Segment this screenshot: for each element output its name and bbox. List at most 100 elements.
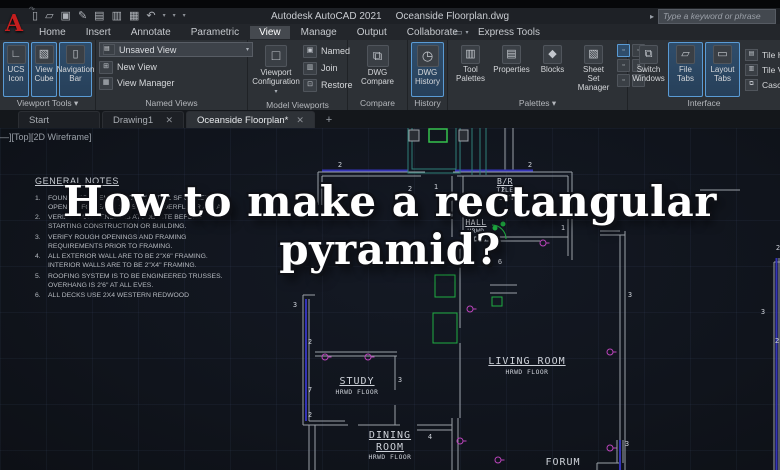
- tool-palettes-button[interactable]: ▥ Tool Palettes: [451, 42, 490, 97]
- redo-dropdown-icon[interactable]: ▾: [173, 9, 176, 23]
- search-arrow-icon[interactable]: ▸: [650, 12, 654, 21]
- layout-tabs-button[interactable]: ▭ Layout Tabs: [705, 42, 740, 97]
- ribbon-tab-label: Annotate: [130, 26, 171, 38]
- dwg-compare-label: DWG Compare: [361, 68, 394, 86]
- tile-vertically-button[interactable]: ▥ Tile Vertically: [745, 63, 780, 76]
- save-icon[interactable]: ▣: [61, 9, 71, 23]
- plot-icon[interactable]: ▤: [94, 9, 104, 23]
- dwg-compare-button[interactable]: ⧉ DWG Compare: [355, 42, 401, 97]
- file-tab[interactable]: Drawing1 ✕: [102, 111, 184, 128]
- panel-label[interactable]: Compare: [348, 97, 407, 110]
- open-icon[interactable]: ▱: [45, 9, 53, 23]
- close-icon[interactable]: ✕: [296, 115, 304, 126]
- interface-label: File Tabs: [677, 65, 694, 83]
- cascade-button[interactable]: ⧉ Cascade: [745, 78, 780, 91]
- arrange-label: Cascade: [762, 79, 780, 90]
- new-view-button[interactable]: ⊞ New View: [99, 60, 244, 74]
- dimension-number: 4: [427, 433, 433, 441]
- ribbon-tab[interactable]: Express Tools: [469, 26, 549, 39]
- note-text: ALL DECKS USE 2X4 WESTERN REDWOOD: [48, 292, 190, 300]
- ribbon-display-toggle[interactable]: ▭ ▾: [454, 27, 469, 38]
- tile-horizontally-button[interactable]: ▤ Tile Horizontally: [745, 48, 780, 61]
- tool-label: UCS Icon: [7, 65, 25, 83]
- view-manager-button[interactable]: ▦ View Manager: [99, 76, 244, 90]
- file-tab[interactable]: Oceanside Floorplan* ✕: [186, 111, 315, 128]
- panel-label[interactable]: Model Viewports: [248, 99, 347, 110]
- export-icon[interactable]: ▥: [112, 9, 122, 23]
- room-floor-type: HRWD FLOOR: [368, 454, 412, 461]
- dimension-number: 3: [760, 308, 766, 316]
- dimension-number: 2: [337, 161, 343, 169]
- sheet-set-manager-button[interactable]: ▧ Sheet Set Manager: [574, 42, 613, 97]
- new-drawing-tab-button[interactable]: +: [321, 114, 337, 128]
- redo-icon[interactable]: ↷: [29, 2, 36, 16]
- arrange-icon: ▤: [745, 48, 758, 61]
- ribbon-tab[interactable]: Insert: [77, 26, 120, 39]
- item-icon: ⊞: [99, 60, 113, 74]
- save-as-icon[interactable]: ✎: [78, 9, 87, 23]
- ribbon-tab[interactable]: Output: [348, 26, 396, 39]
- room-name: DINING ROOM: [368, 430, 412, 453]
- room-name: FORUM: [545, 457, 581, 468]
- file-tab[interactable]: Start: [18, 111, 100, 128]
- ribbon-tab-label: Parametric: [190, 26, 240, 38]
- arrange-label: Tile Vertically: [762, 64, 780, 75]
- panel-label[interactable]: Viewport Tools ▾: [0, 97, 95, 110]
- dimension-number: 3: [624, 440, 630, 448]
- panel-palettes: ▥ Tool Palettes ▤ Properties ◆ Blocks ▧ …: [448, 40, 645, 110]
- navigation-bar-button[interactable]: ▯ Navigation Bar: [57, 42, 94, 97]
- help-search: ▸ Type a keyword or phrase: [650, 9, 776, 24]
- item-icon: ▥: [303, 61, 317, 75]
- ribbon-tab[interactable]: Annotate: [122, 26, 180, 39]
- viewport-controls[interactable]: —][Top][2D Wireframe]: [0, 132, 92, 142]
- close-icon[interactable]: ✕: [165, 115, 173, 126]
- room-floor-type: HRWD FLOOR: [505, 368, 549, 376]
- ribbon-tab-label: Express Tools: [477, 26, 541, 38]
- door-tag-marker: [466, 305, 477, 313]
- view-cube-button[interactable]: ▧ View Cube: [31, 42, 57, 97]
- autocad-app-menu-logo[interactable]: A: [2, 9, 26, 39]
- search-input[interactable]: Type a keyword or phrase: [658, 9, 776, 24]
- ribbon-tab[interactable]: Parametric: [182, 26, 248, 39]
- panel-label[interactable]: Interface: [628, 97, 780, 110]
- palette-label: Tool Palettes: [456, 65, 485, 83]
- door-tag-marker: [321, 353, 332, 361]
- ribbon-tab[interactable]: View: [250, 25, 290, 39]
- panel-label[interactable]: Palettes ▾: [448, 97, 627, 110]
- item-label: New View: [117, 62, 157, 72]
- door-tag-marker: [606, 444, 617, 452]
- arrange-icon: ▥: [745, 63, 758, 76]
- join-viewport-button[interactable]: ▥ Join: [303, 61, 353, 75]
- undo-dropdown-icon[interactable]: ▾: [163, 9, 166, 23]
- undo-icon[interactable]: ↶: [146, 9, 155, 23]
- dwg-history-button[interactable]: ◷ DWG History: [411, 42, 444, 97]
- item-icon: ▦: [99, 76, 113, 90]
- file-tabs-button[interactable]: ▱ File Tabs: [668, 42, 703, 97]
- dwg-history-icon: ◷: [416, 45, 439, 67]
- qat-customize-icon[interactable]: ▾: [183, 9, 186, 23]
- ribbon-tab[interactable]: Home: [30, 26, 75, 39]
- palette-icon: ▥: [461, 45, 480, 64]
- print-icon[interactable]: ▦: [129, 9, 139, 23]
- ribbon: ∟ UCS Icon ▧ View Cube ▯ Navigation Bar …: [0, 40, 780, 110]
- viewport-configuration-button[interactable]: □ Viewport Configuration ▾: [251, 42, 301, 99]
- door-tag-marker: [494, 456, 505, 464]
- drawing-area[interactable]: B/R TILE FLOOR HALL HRWD FLOOR LIVING RO…: [0, 128, 780, 470]
- window-top-strip: [0, 0, 780, 8]
- dimension-number: 2: [527, 161, 533, 169]
- properties-button[interactable]: ▤ Properties: [492, 42, 531, 97]
- ribbon-tab[interactable]: Manage: [292, 26, 346, 39]
- panel-label[interactable]: Named Views: [96, 97, 247, 110]
- panel-interface: ⧉ Switch Windows ▱ File Tabs ▭ Layout Ta…: [628, 40, 780, 110]
- STUDY: STUDY HRWD FLOOR: [336, 376, 379, 396]
- view-dropdown[interactable]: ▤ Unsaved View ▾: [99, 42, 253, 57]
- switch-windows-button[interactable]: ⧉ Switch Windows: [631, 42, 666, 97]
- restore-viewport-button[interactable]: ⊡ Restore: [303, 78, 353, 92]
- blocks-button[interactable]: ◆ Blocks: [533, 42, 572, 97]
- named-viewport-button[interactable]: ▣ Named: [303, 44, 353, 58]
- dimension-number: 2: [307, 411, 313, 419]
- room-name: STUDY: [339, 376, 375, 387]
- ucs-icon-button[interactable]: ∟ UCS Icon: [3, 42, 29, 97]
- dimension-number: 3: [292, 301, 298, 309]
- panel-label[interactable]: History: [408, 97, 447, 110]
